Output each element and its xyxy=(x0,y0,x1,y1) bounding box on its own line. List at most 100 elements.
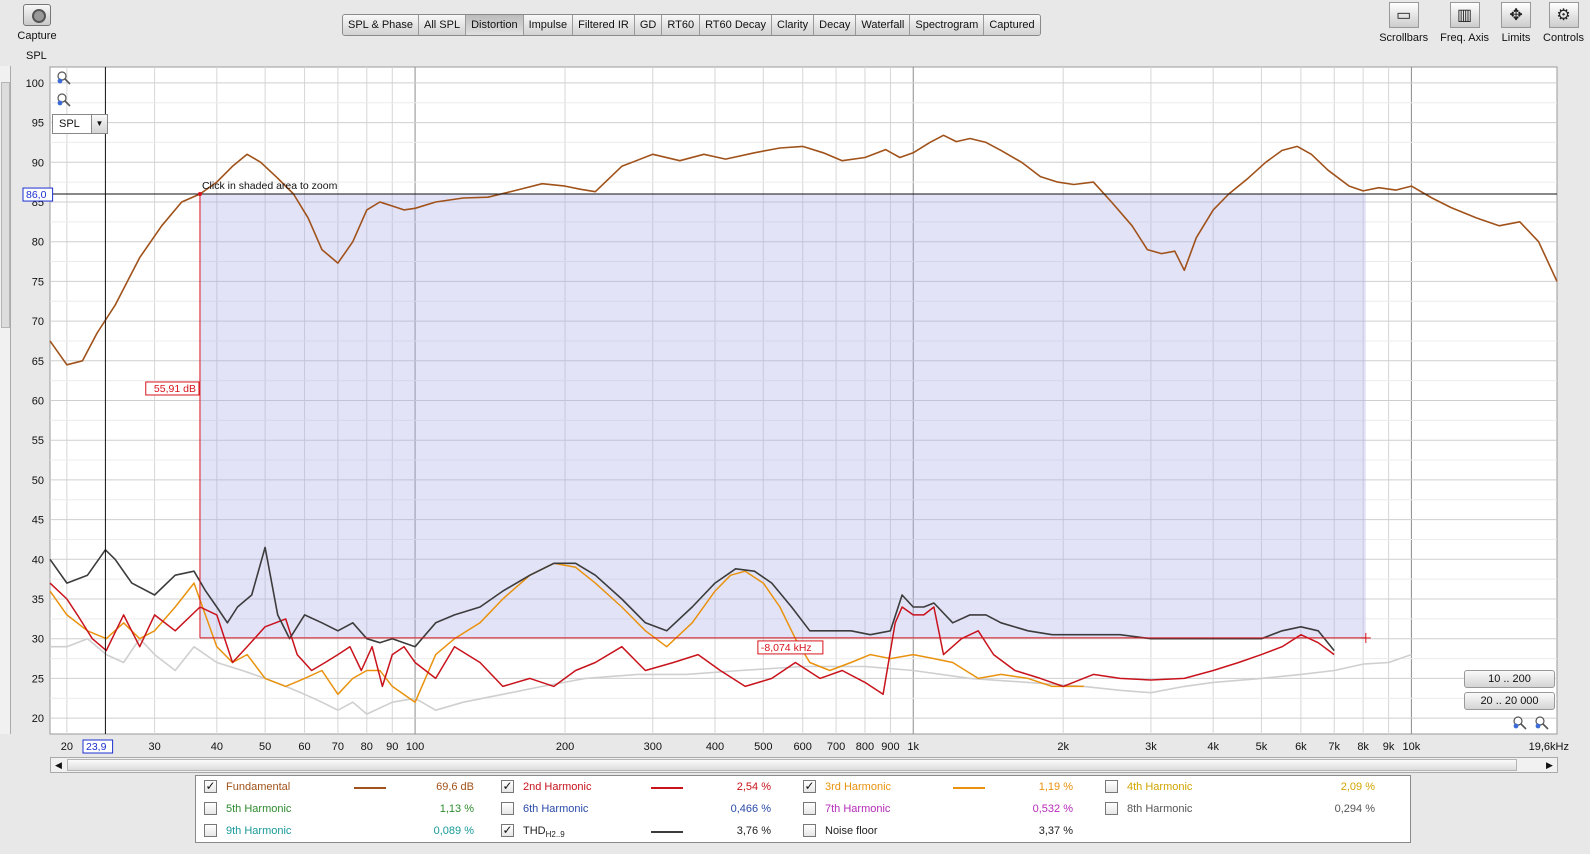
measure-start-marker xyxy=(197,192,202,197)
tab-impulse[interactable]: Impulse xyxy=(523,15,574,35)
tool-label: Limits xyxy=(1501,32,1531,44)
tool-freq-axis[interactable]: ▥ Freq. Axis xyxy=(1440,2,1489,44)
plot-area[interactable]: 20 25 30 35 40 45 50 55 60 65 70 75 80 85 90 95 100 20 30 4… xyxy=(0,60,1590,763)
trace-legend: ✓ Fundamental 69,6 dB ✓ 2nd Harmonic 2,54 % ✓ 3… xyxy=(195,775,1411,843)
legend-label: 3rd Harmonic xyxy=(825,778,891,796)
x-tick-label: 8k xyxy=(1357,741,1369,753)
tab-spl-phase[interactable]: SPL & Phase xyxy=(343,15,420,35)
scroll-left-icon[interactable]: ◀ xyxy=(51,758,66,772)
scroll-right-icon[interactable]: ▶ xyxy=(1542,758,1557,772)
legend-checkbox[interactable]: ✓ xyxy=(204,780,217,793)
horizontal-scroll-thumb[interactable] xyxy=(67,759,1517,771)
legend-label-text: 7th Harmonic xyxy=(825,803,891,815)
legend-swatch xyxy=(651,787,683,789)
legend-value: 0,089 % xyxy=(433,825,474,837)
legend-checkbox[interactable]: ✓ xyxy=(501,824,514,837)
tool-label: Scrollbars xyxy=(1379,32,1429,44)
legend-label-text: 6th Harmonic xyxy=(523,803,589,815)
legend-checkbox[interactable] xyxy=(803,824,816,837)
tab-filtered-ir[interactable]: Filtered IR xyxy=(573,15,635,35)
horizontal-scrollbar[interactable]: ◀ ▶ xyxy=(50,757,1558,773)
camera-icon[interactable] xyxy=(23,4,51,26)
scrollbars-icon[interactable]: ▭ xyxy=(1388,2,1419,28)
legend-value: 0,466 % xyxy=(730,803,771,815)
tool-scrollbars[interactable]: ▭ Scrollbars xyxy=(1379,2,1428,44)
legend-swatch xyxy=(651,831,683,833)
x-tick-label: 400 xyxy=(706,741,724,753)
cursor-y-label: 86,0 xyxy=(22,187,54,202)
tab-clarity[interactable]: Clarity xyxy=(772,15,815,35)
range-10-200-button[interactable]: 10 .. 200 xyxy=(1464,670,1555,688)
distortion-chart[interactable]: 2025303540455055606570758085909510020 30 4… xyxy=(0,60,1590,760)
measure-db-label-text: 55,91 dB xyxy=(154,383,196,395)
spl-select-value: SPL xyxy=(59,118,80,130)
legend-label-text: 3rd Harmonic xyxy=(825,781,892,793)
legend-label-text: 4th Harmonic xyxy=(1127,781,1193,793)
legend-label: 2nd Harmonic xyxy=(523,778,591,796)
tab-gd[interactable]: GD xyxy=(634,15,663,35)
y-tick-label: 55 xyxy=(32,435,44,447)
legend-label-text: THD xyxy=(523,825,546,837)
x-tick-label: 40 xyxy=(211,741,223,753)
capture-label: Capture xyxy=(17,30,57,42)
tab-rt60-decay[interactable]: RT60 Decay xyxy=(700,15,772,35)
x-tick-label: 1k xyxy=(907,741,919,753)
gear-icon[interactable]: ⚙ xyxy=(1548,2,1579,28)
toolbar-left[interactable]: Capture xyxy=(14,4,60,42)
legend-value: 1,19 % xyxy=(1038,781,1073,793)
y-tick-label: 30 xyxy=(32,634,44,646)
x-tick-label: 10k xyxy=(1403,741,1421,753)
legend-checkbox[interactable] xyxy=(1105,780,1118,793)
measure-db-label: 55,91 dB xyxy=(145,381,200,396)
legend-label: 8th Harmonic xyxy=(1127,800,1192,818)
tab-decay[interactable]: Decay xyxy=(814,15,857,35)
legend-label-text: Fundamental xyxy=(226,781,291,793)
legend-item-fundamental: ✓ Fundamental 69,6 dB xyxy=(204,778,494,796)
legend-checkbox[interactable] xyxy=(1105,802,1118,815)
x-tick-label: 30 xyxy=(148,741,160,753)
x-tick-label: 50 xyxy=(259,741,271,753)
legend-checkbox[interactable] xyxy=(803,802,816,815)
tab-waterfall[interactable]: Waterfall xyxy=(856,15,911,35)
limits-icon[interactable]: ✥ xyxy=(1501,2,1532,28)
y-tick-label: 25 xyxy=(32,673,44,685)
zoom-hint: Click in shaded area to zoom xyxy=(202,180,338,192)
cursor-y-label-text: 86,0 xyxy=(26,189,47,201)
tab-captured[interactable]: Captured xyxy=(984,15,1040,35)
y-tick-label: 50 xyxy=(32,475,44,487)
tab-rt60[interactable]: RT60 xyxy=(662,15,701,35)
y-tick-label: 95 xyxy=(32,118,44,130)
freq-axis-icon[interactable]: ▥ xyxy=(1449,2,1480,28)
legend-item-7th-harmonic: 7th Harmonic 0,532 % xyxy=(803,800,1093,818)
legend-checkbox[interactable] xyxy=(501,802,514,815)
y-tick-label: 45 xyxy=(32,515,44,527)
chevron-down-icon[interactable]: ▼ xyxy=(91,115,107,133)
measure-freq-label: -8,074 kHz xyxy=(757,640,824,655)
zoom-fit-icon-dot xyxy=(1513,723,1519,729)
y-tick-label: 60 xyxy=(32,396,44,408)
y-tick-label: 80 xyxy=(32,237,44,249)
legend-checkbox[interactable] xyxy=(204,824,217,837)
x-tick-label: 900 xyxy=(881,741,899,753)
x-tick-label: 80 xyxy=(361,741,373,753)
legend-label: 7th Harmonic xyxy=(825,800,890,818)
x-tick-label: 4k xyxy=(1207,741,1219,753)
legend-value: 3,76 % xyxy=(736,825,771,837)
tab-spectrogram[interactable]: Spectrogram xyxy=(910,15,985,35)
legend-value: 69,6 dB xyxy=(436,781,474,793)
y-tick-label: 70 xyxy=(32,316,44,328)
legend-item-9th-harmonic: 9th Harmonic 0,089 % xyxy=(204,822,494,840)
y-tick-label: 100 xyxy=(26,78,44,90)
tool-limits[interactable]: ✥ Limits xyxy=(1501,2,1532,44)
tool-controls[interactable]: ⚙ Controls xyxy=(1543,2,1584,44)
legend-checkbox[interactable] xyxy=(204,802,217,815)
range-20-20000-button[interactable]: 20 .. 20 000 xyxy=(1464,692,1555,710)
legend-checkbox[interactable]: ✓ xyxy=(501,780,514,793)
x-tick-label: 3k xyxy=(1145,741,1157,753)
tab-distortion[interactable]: Distortion xyxy=(466,15,524,35)
y-tick-label: 35 xyxy=(32,594,44,606)
legend-checkbox[interactable]: ✓ xyxy=(803,780,816,793)
tab-all-spl[interactable]: All SPL xyxy=(419,15,467,35)
x-tick-label: 200 xyxy=(556,741,574,753)
spl-select[interactable]: SPL ▼ xyxy=(52,114,108,134)
